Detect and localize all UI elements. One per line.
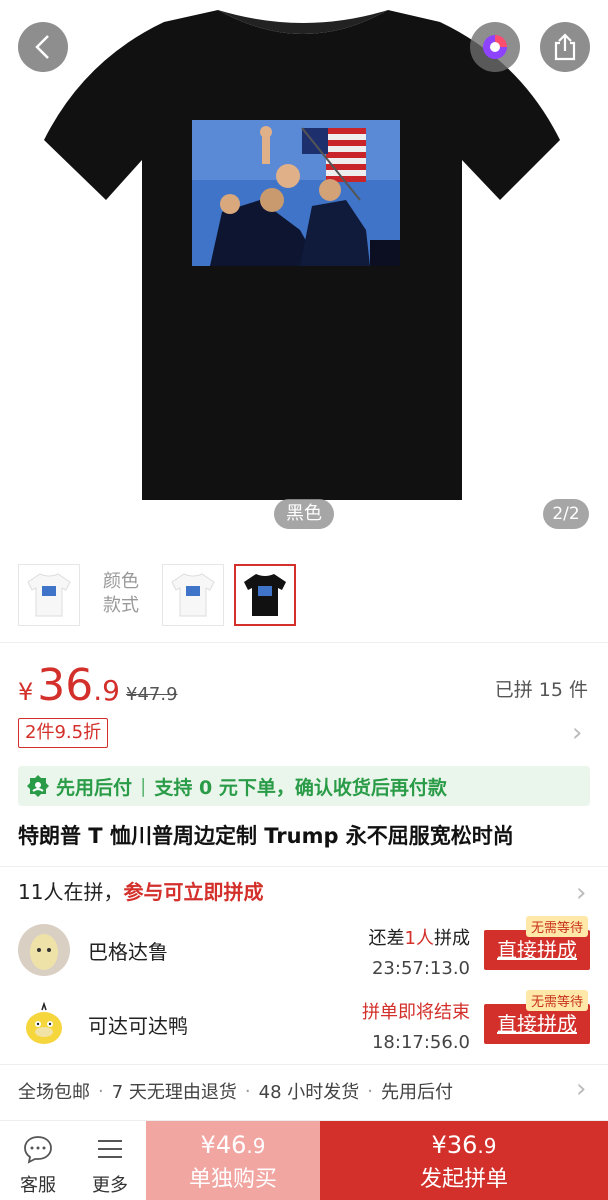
group-status: 还差1人拼成 <box>368 928 470 949</box>
brand-logo-icon <box>483 35 507 59</box>
white-tshirt-thumbnail <box>27 573 71 617</box>
chevron-left-icon <box>35 35 49 59</box>
group-countdown: 18:17:56.0 <box>371 1032 470 1053</box>
share-button[interactable] <box>540 22 590 72</box>
more-button[interactable]: 更多 <box>74 1121 146 1200</box>
tshirt-product-image <box>44 10 560 500</box>
service-guarantees[interactable]: 全场包邮 · 7 天无理由退货 · 48 小时发货 · 先用后付 <box>18 1078 453 1104</box>
pay-later-text-1: 支持 0 元下单， <box>154 776 295 799</box>
group-count: 11人在拼， <box>18 880 124 904</box>
color-style-selector: 颜色 款式 <box>0 560 608 632</box>
discount-tag[interactable]: 2件9.5折 <box>18 718 109 748</box>
white-tshirt-thumbnail <box>171 573 215 617</box>
thumbnail-black-selected[interactable] <box>234 564 296 626</box>
buy-alone-button[interactable]: ¥46.9 单独购买 <box>146 1121 320 1200</box>
bottom-action-bar: 客服 更多 ¥46.9 单独购买 ¥36.9 发起拼单 <box>0 1120 608 1200</box>
divider <box>0 1064 608 1065</box>
price-block: ¥ 36 .9 ¥47.9 <box>18 660 178 712</box>
divider <box>0 642 608 643</box>
group-user-name: 可达可达鸭 <box>88 1014 188 1038</box>
group-buy-header[interactable]: 11人在拼，参与可立即拼成 <box>18 876 263 905</box>
black-tshirt-thumbnail <box>244 574 286 616</box>
thumbnail-white-1[interactable] <box>18 564 80 626</box>
chevron-right-icon[interactable]: › <box>572 718 582 748</box>
pay-later-label: 先用后付 <box>56 776 133 799</box>
shirt-print-photo <box>192 120 400 266</box>
pay-later-badge-icon <box>27 775 49 797</box>
chevron-right-icon[interactable]: › <box>576 878 586 908</box>
separator: | <box>140 775 147 797</box>
chevron-right-icon[interactable]: › <box>576 1074 586 1104</box>
price-decimal: .9 <box>93 674 120 707</box>
divider <box>0 866 608 867</box>
buy-alone-price: ¥46.9 <box>200 1131 266 1159</box>
pay-later-text-2: 确认收货后再付款 <box>294 776 447 799</box>
buy-alone-label: 单独购买 <box>188 1167 277 1192</box>
menu-lines-icon <box>98 1140 122 1158</box>
back-button[interactable] <box>18 22 68 72</box>
customer-service-label: 客服 <box>20 1175 56 1196</box>
duck-avatar-icon <box>18 998 70 1050</box>
thumbnail-white-2[interactable] <box>162 564 224 626</box>
product-image-carousel[interactable]: 黑色 2/2 <box>0 0 608 552</box>
image-page-indicator: 2/2 <box>543 499 589 529</box>
separator-dot: · <box>98 1080 104 1102</box>
color-style-label: 颜色 款式 <box>103 571 139 616</box>
more-label: 更多 <box>92 1175 128 1196</box>
group-status: 拼单即将结束 <box>362 1002 470 1023</box>
price-currency: ¥ <box>18 678 34 706</box>
group-user-name: 巴格达鲁 <box>88 940 168 964</box>
group-row: 巴格达鲁 还差1人拼成 23:57:13.0 直接拼成 无需等待 <box>18 916 590 994</box>
separator-dot: · <box>244 1080 251 1102</box>
chat-bubble-icon <box>24 1136 52 1164</box>
sold-count: 已拼 15 件 <box>494 679 588 701</box>
no-wait-badge: 无需等待 <box>525 916 588 937</box>
group-row: 可达可达鸭 拼单即将结束 18:17:56.0 直接拼成 无需等待 <box>18 990 590 1068</box>
service-item: 先用后付 <box>381 1082 454 1103</box>
no-wait-badge: 无需等待 <box>525 990 588 1011</box>
join-hint: 参与可立即拼成 <box>123 880 264 904</box>
separator-dot: · <box>367 1080 374 1102</box>
start-group-price: ¥36.9 <box>431 1131 497 1159</box>
customer-service-button[interactable]: 客服 <box>2 1121 74 1200</box>
share-icon <box>554 33 576 61</box>
user-avatar-icon <box>18 924 70 976</box>
avatar <box>18 998 70 1050</box>
current-color-tag: 黑色 <box>274 499 334 529</box>
product-title: 特朗普 T 恤川普周边定制 Trump 永不屈服宽松时尚 <box>18 824 514 848</box>
price-integer: 36 <box>37 660 94 711</box>
start-group-label: 发起拼单 <box>419 1167 508 1192</box>
avatar <box>18 924 70 976</box>
start-group-button[interactable]: ¥36.9 发起拼单 <box>320 1121 608 1200</box>
service-item: 全场包邮 <box>18 1082 90 1103</box>
original-price: ¥47.9 <box>126 684 178 705</box>
store-logo-button[interactable] <box>470 22 520 72</box>
group-countdown: 23:57:13.0 <box>371 958 470 979</box>
service-item: 7 天无理由退货 <box>111 1082 237 1103</box>
service-item: 48 小时发货 <box>258 1082 360 1103</box>
pay-later-banner[interactable]: 先用后付 | 支持 0 元下单， 确认收货后再付款 <box>18 766 590 806</box>
